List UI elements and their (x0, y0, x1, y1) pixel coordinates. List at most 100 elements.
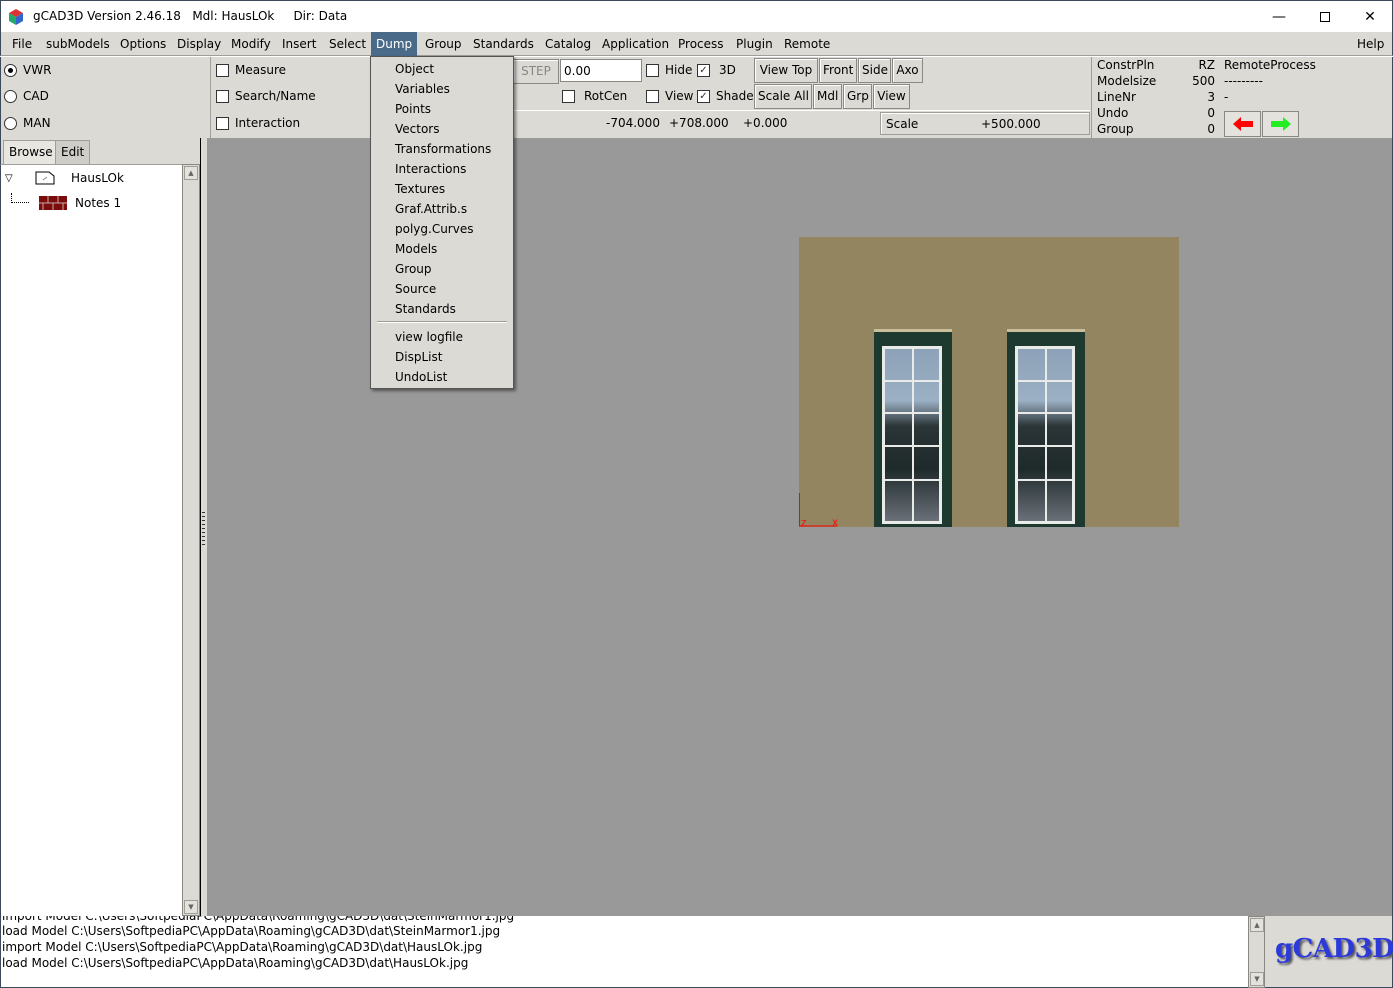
3d-label: 3D (719, 63, 736, 77)
menu-application[interactable]: Application (597, 32, 674, 56)
view-top-button[interactable]: View Top (754, 58, 818, 83)
hide-checkbox[interactable]: Hide (646, 60, 692, 80)
menu-catalog[interactable]: Catalog (540, 32, 596, 56)
dump-dropdown-menu: Object Variables Points Vectors Transfor… (370, 56, 514, 389)
close-button[interactable]: ✕ (1347, 1, 1393, 32)
view-front-button[interactable]: Front (819, 58, 857, 83)
dump-menu-standards[interactable]: Standards (371, 299, 513, 319)
step-value-input[interactable] (560, 59, 642, 82)
dump-menu-transformations[interactable]: Transformations (371, 139, 513, 159)
tree-item-hauslok[interactable]: ▽ HausLOk (5, 167, 124, 189)
message-log[interactable]: import Model C:\Users\SoftpediaPC\AppDat… (0, 916, 1248, 988)
dump-menu-polyg-curves[interactable]: polyg.Curves (371, 219, 513, 239)
tools-check-panel: Measure Search/Name Interaction (210, 57, 370, 138)
dump-menu-source[interactable]: Source (371, 279, 513, 299)
menu-select[interactable]: Select (324, 32, 371, 56)
window-right (1007, 329, 1085, 527)
scale-all-button[interactable]: Scale All (754, 84, 812, 109)
scale-grp-button[interactable]: Grp (843, 84, 872, 109)
shade-checkbox[interactable]: ✓ Shade (697, 86, 754, 106)
mode-man-radio[interactable]: MAN (4, 113, 51, 133)
log-scrollbar[interactable]: ▲ ▼ (1248, 916, 1265, 988)
group-value: 0 (1207, 122, 1215, 136)
menu-group[interactable]: Group (420, 32, 467, 56)
menu-help[interactable]: Help (1352, 32, 1389, 56)
menu-process[interactable]: Process (673, 32, 729, 56)
tree-item-label: Notes 1 (75, 196, 122, 210)
splitter-grip-icon[interactable] (202, 512, 205, 548)
mode-cad-radio[interactable]: CAD (4, 86, 49, 106)
scroll-up-icon[interactable]: ▲ (1250, 918, 1264, 932)
menu-file[interactable]: File (7, 32, 37, 56)
tab-browse[interactable]: Browse (3, 140, 59, 164)
interaction-checkbox[interactable]: Interaction (216, 113, 300, 133)
redo-button[interactable] (1262, 111, 1299, 137)
menu-display[interactable]: Display (172, 32, 226, 56)
scroll-up-icon[interactable]: ▲ (184, 166, 198, 180)
checkbox-box[interactable] (646, 63, 659, 77)
interaction-label: Interaction (235, 116, 301, 130)
tree-scrollbar[interactable]: ▲ ▼ (182, 164, 200, 916)
minimize-button[interactable]: — (1256, 1, 1302, 32)
log-line: import Model C:\Users\SoftpediaPC\AppDat… (2, 940, 483, 954)
dump-menu-displist[interactable]: DispList (371, 347, 513, 367)
checkbox-box[interactable] (216, 116, 229, 130)
tab-edit[interactable]: Edit (55, 140, 91, 164)
search-name-checkbox[interactable]: Search/Name (216, 86, 316, 106)
scroll-down-icon[interactable]: ▼ (184, 900, 198, 914)
menu-plugin[interactable]: Plugin (731, 32, 778, 56)
window-glass (1015, 346, 1075, 524)
mullion (885, 412, 939, 414)
menu-standards[interactable]: Standards (468, 32, 539, 56)
menu-remote[interactable]: Remote (779, 32, 835, 56)
rotcen-checkbox[interactable]: RotCen (562, 86, 627, 106)
scale-view-button[interactable]: View (873, 84, 910, 109)
dump-menu-models[interactable]: Models (371, 239, 513, 259)
dump-menu-variables[interactable]: Variables (371, 79, 513, 99)
arrow-left-red-icon (1232, 117, 1253, 131)
3d-checkbox[interactable]: ✓ 3D (697, 60, 736, 80)
checkbox-box[interactable] (646, 89, 659, 103)
view-checkbox[interactable]: View (646, 86, 693, 106)
dump-menu-group[interactable]: Group (371, 259, 513, 279)
undo-button[interactable] (1224, 111, 1261, 137)
checkbox-box[interactable] (216, 63, 229, 77)
checkbox-box[interactable] (562, 89, 575, 103)
dump-menu-undolist[interactable]: UndoList (371, 367, 513, 387)
checkbox-box-checked[interactable]: ✓ (697, 89, 710, 103)
menu-insert[interactable]: Insert (277, 32, 321, 56)
mode-vwr-radio[interactable]: VWR (4, 60, 51, 80)
dump-menu-interactions[interactable]: Interactions (371, 159, 513, 179)
window-glass (882, 346, 942, 524)
checkbox-box[interactable] (216, 89, 229, 103)
scale-display: Scale +500.000 (880, 112, 1090, 135)
dump-menu-view-logfile[interactable]: view logfile (371, 327, 513, 347)
mode-panel: VWR CAD MAN (0, 57, 210, 138)
tree-item-notes[interactable]: Notes 1 (11, 192, 121, 214)
radio-indicator[interactable] (4, 63, 17, 77)
step-button[interactable]: STEP (513, 59, 559, 84)
dump-menu-points[interactable]: Points (371, 99, 513, 119)
maximize-button[interactable] (1302, 1, 1348, 32)
radio-indicator[interactable] (4, 89, 17, 103)
checkbox-box-checked[interactable]: ✓ (697, 63, 710, 77)
measure-checkbox[interactable]: Measure (216, 60, 286, 80)
brick-texture-icon (39, 196, 67, 210)
dump-menu-graf-attribs[interactable]: Graf.Attrib.s (371, 199, 513, 219)
expand-triangle-icon[interactable]: ▽ (5, 173, 31, 184)
view-axo-button[interactable]: Axo (892, 58, 923, 83)
view-side-button[interactable]: Side (858, 58, 891, 83)
menu-dump[interactable]: Dump (371, 32, 418, 56)
scroll-down-icon[interactable]: ▼ (1250, 972, 1264, 986)
scale-mdl-button[interactable]: Mdl (813, 84, 842, 109)
modelsize-value: 500 (1192, 74, 1215, 88)
dump-menu-object[interactable]: Object (371, 59, 513, 79)
menu-separator (377, 321, 507, 323)
menu-options[interactable]: Options (115, 32, 171, 56)
menu-modify[interactable]: Modify (226, 32, 276, 56)
dump-menu-textures[interactable]: Textures (371, 179, 513, 199)
dump-menu-vectors[interactable]: Vectors (371, 119, 513, 139)
menu-submodels[interactable]: subModels (41, 32, 115, 56)
radio-indicator[interactable] (4, 116, 17, 130)
window-title: gCAD3D Version 2.46.18 Mdl: HausLOk Dir:… (33, 9, 348, 23)
